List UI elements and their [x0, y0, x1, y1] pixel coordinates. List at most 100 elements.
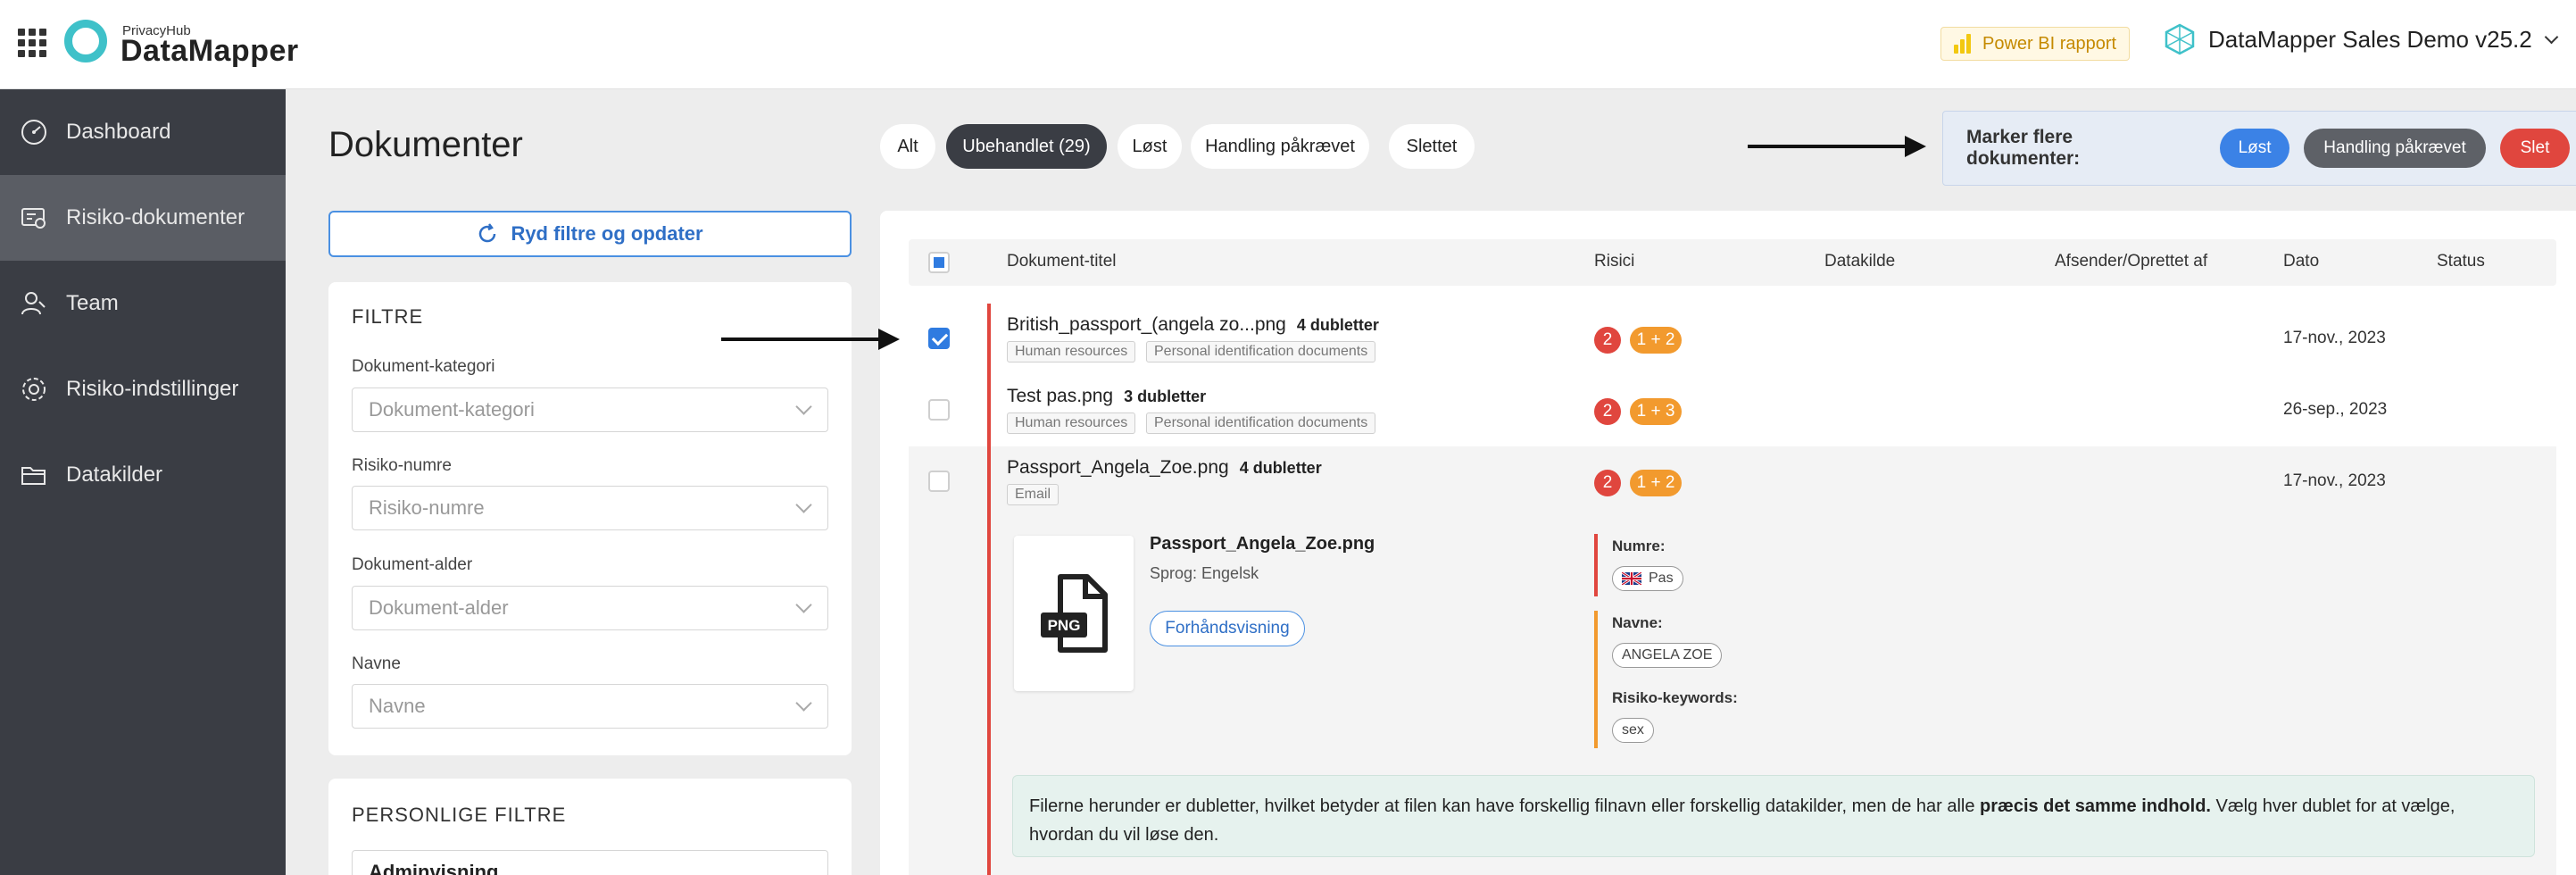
sidebar-item-label: Risiko-dokumenter [66, 205, 245, 229]
column-header-datasource[interactable]: Datakilde [1824, 252, 1895, 271]
risk-group-bar [1594, 611, 1598, 748]
document-date: 17-nov., 2023 [2283, 329, 2386, 347]
chevron-down-icon [795, 596, 812, 613]
bulk-resolved-button[interactable]: Løst [2220, 129, 2290, 168]
arrow-annotation [1748, 136, 1926, 157]
sidebar-item-dashboard[interactable]: Dashboard [0, 89, 286, 175]
people-icon [21, 292, 46, 315]
uk-flag-icon [1622, 572, 1641, 585]
workspace-title: DataMapper Sales Demo v25.2 [2208, 25, 2532, 53]
chevron-down-icon [795, 496, 812, 513]
document-date: 17-nov., 2023 [2283, 471, 2386, 490]
detail-language: Sprog: Engelsk [1150, 564, 1259, 582]
filter-chip-unprocessed[interactable]: Ubehandlet (29) [946, 124, 1107, 169]
column-header-date[interactable]: Dato [2283, 252, 2319, 271]
file-thumbnail[interactable]: PNG [1014, 536, 1134, 691]
sidebar-item-label: Dashboard [66, 120, 171, 144]
sidebar-item-risk-documents[interactable]: Risiko-dokumenter [0, 175, 286, 261]
risk-keywords-label: Risiko-keywords: [1612, 689, 1738, 706]
document-title[interactable]: Test pas.png 3 dubletter [1007, 386, 1206, 407]
document-category-select[interactable]: Dokument-kategori [352, 388, 828, 432]
filter-chip-action-required[interactable]: Handling påkrævet [1191, 124, 1369, 169]
filter-chip-all[interactable]: Alt [880, 124, 935, 169]
select-placeholder: Navne [369, 695, 426, 717]
document-title[interactable]: Passport_Angela_Zoe.png 4 dubletter [1007, 457, 1322, 479]
bulk-delete-button[interactable]: Slet [2500, 129, 2570, 168]
category-tag: Email [1007, 484, 1059, 505]
category-tag: Human resources [1007, 412, 1136, 434]
page-title: Dokumenter [328, 125, 523, 164]
document-date: 26-sep., 2023 [2283, 400, 2388, 419]
column-header-status[interactable]: Status [2437, 252, 2485, 271]
duplicates-count: 4 dubletter [1239, 459, 1322, 477]
document-title[interactable]: British_passport_(angela zo...png 4 duble… [1007, 314, 1379, 336]
personal-filters-card: PERSONLIGE FILTRE Adminvisning [328, 779, 852, 875]
powerbi-icon [1954, 34, 1972, 54]
arrow-annotation [721, 329, 900, 350]
filter-label: Navne [352, 654, 401, 673]
names-select[interactable]: Navne [352, 684, 828, 729]
risk-detail-badge: 1 + 3 [1630, 398, 1682, 425]
category-tag: Human resources [1007, 341, 1136, 362]
bulk-label: Marker flere dokumenter: [1966, 127, 2081, 169]
sidebar-item-team[interactable]: Team [0, 261, 286, 346]
sidebar: Dashboard Risiko-dokumenter Team Risiko-… [0, 89, 286, 875]
clear-filters-label: Ryd filtre og opdater [511, 222, 703, 245]
filters-card: FILTRE Dokument-kategori Dokument-katego… [328, 282, 852, 755]
filter-label: Dokument-alder [352, 555, 473, 574]
document-risk-icon [21, 208, 46, 229]
column-header-title[interactable]: Dokument-titel [1007, 252, 1117, 271]
duplicates-count: 4 dubletter [1296, 316, 1379, 334]
row-checkbox[interactable] [928, 399, 950, 421]
chevron-down-icon [2544, 29, 2559, 44]
gauge-icon [21, 120, 46, 145]
duplicates-info-box: Filerne herunder er dubletter, hvilket b… [1012, 775, 2535, 857]
clear-filters-button[interactable]: Ryd filtre og opdater [328, 211, 852, 257]
png-file-icon: PNG [1041, 574, 1108, 653]
workspace-selector[interactable]: DataMapper Sales Demo v25.2 [2164, 23, 2559, 55]
powerbi-report-button[interactable]: Power BI rapport [1940, 27, 2130, 61]
risk-group-bar [1594, 534, 1598, 596]
numbers-label: Numre: [1612, 538, 1666, 554]
names-label: Navne: [1612, 614, 1663, 631]
sidebar-item-label: Risiko-indstillinger [66, 377, 239, 401]
top-bar: PrivacyHub DataMapper Power BI rapport D… [0, 0, 2576, 89]
filter-label: Risiko-numre [352, 456, 452, 475]
category-tag: Personal identification documents [1146, 412, 1376, 434]
info-text-bold: præcis det samme indhold. [1980, 796, 2211, 816]
powerbi-report-label: Power BI rapport [1982, 33, 2117, 54]
refresh-icon [479, 223, 496, 243]
select-all-checkbox[interactable] [928, 252, 950, 273]
bulk-action-required-button[interactable]: Handling påkrævet [2304, 129, 2487, 168]
personal-filters-title: PERSONLIGE FILTRE [352, 804, 567, 826]
row-checkbox[interactable] [928, 328, 950, 349]
preview-button[interactable]: Forhåndsvisning [1150, 611, 1305, 646]
risk-numbers-select[interactable]: Risiko-numre [352, 486, 828, 530]
row-checkbox[interactable] [928, 471, 950, 492]
chevron-down-icon [795, 398, 812, 415]
risk-count-badge: 2 [1594, 327, 1621, 354]
risk-count-badge: 2 [1594, 470, 1621, 496]
info-text: Filerne herunder er dubletter, hvilket b… [1029, 796, 1981, 816]
select-placeholder: Dokument-alder [369, 596, 509, 619]
apps-grid-icon[interactable] [18, 29, 46, 57]
risk-count-badge: 2 [1594, 398, 1621, 425]
sidebar-item-risk-settings[interactable]: Risiko-indstillinger [0, 346, 286, 432]
sidebar-item-data-sources[interactable]: Datakilder [0, 432, 286, 518]
filter-chip-resolved[interactable]: Løst [1118, 124, 1182, 169]
number-chip-label: Pas [1649, 571, 1674, 586]
number-chip: Pas [1612, 566, 1683, 591]
column-header-sender[interactable]: Afsender/Oprettet af [2055, 252, 2207, 271]
brand-name: DataMapper [120, 34, 299, 68]
risk-detail-badge: 1 + 2 [1630, 470, 1682, 496]
personal-filter-select[interactable]: Adminvisning [352, 850, 828, 875]
name-chip: ANGELA ZOE [1612, 643, 1723, 668]
column-header-risks[interactable]: Risici [1594, 252, 1634, 271]
sidebar-item-label: Datakilder [66, 462, 163, 487]
filter-chip-deleted[interactable]: Slettet [1389, 124, 1475, 169]
folder-icon [21, 467, 46, 485]
select-placeholder: Dokument-kategori [369, 398, 535, 421]
sidebar-item-label: Team [66, 291, 119, 315]
document-age-select[interactable]: Dokument-alder [352, 586, 828, 630]
duplicates-count: 3 dubletter [1124, 388, 1207, 405]
